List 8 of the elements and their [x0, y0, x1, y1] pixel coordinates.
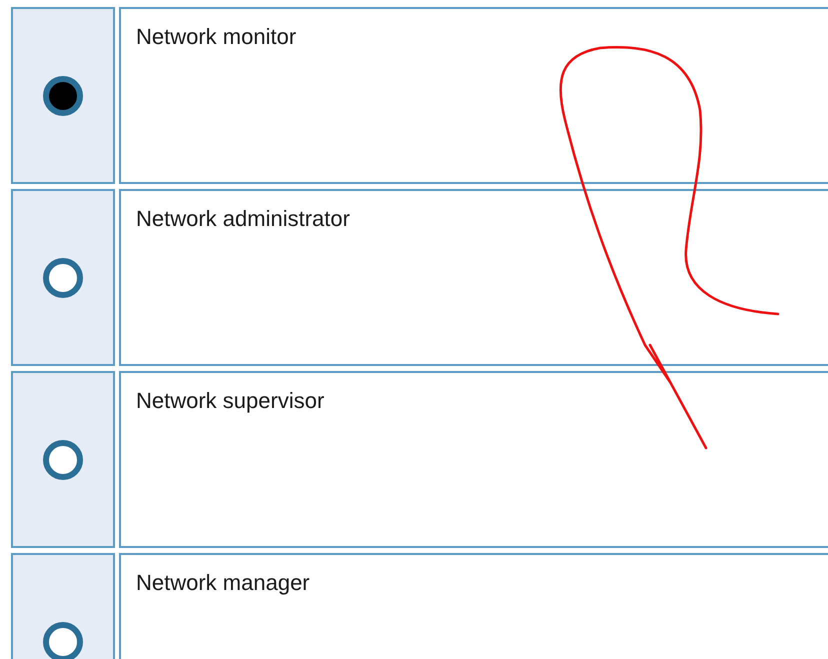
- radio-button[interactable]: [43, 440, 83, 480]
- radio-button[interactable]: [43, 76, 83, 116]
- option-label: Network monitor: [136, 24, 296, 49]
- option-label: Network manager: [136, 570, 310, 595]
- option-label: Network administrator: [136, 206, 350, 231]
- option-label: Network supervisor: [136, 388, 324, 413]
- radio-button[interactable]: [43, 258, 83, 298]
- radio-button[interactable]: [43, 622, 83, 659]
